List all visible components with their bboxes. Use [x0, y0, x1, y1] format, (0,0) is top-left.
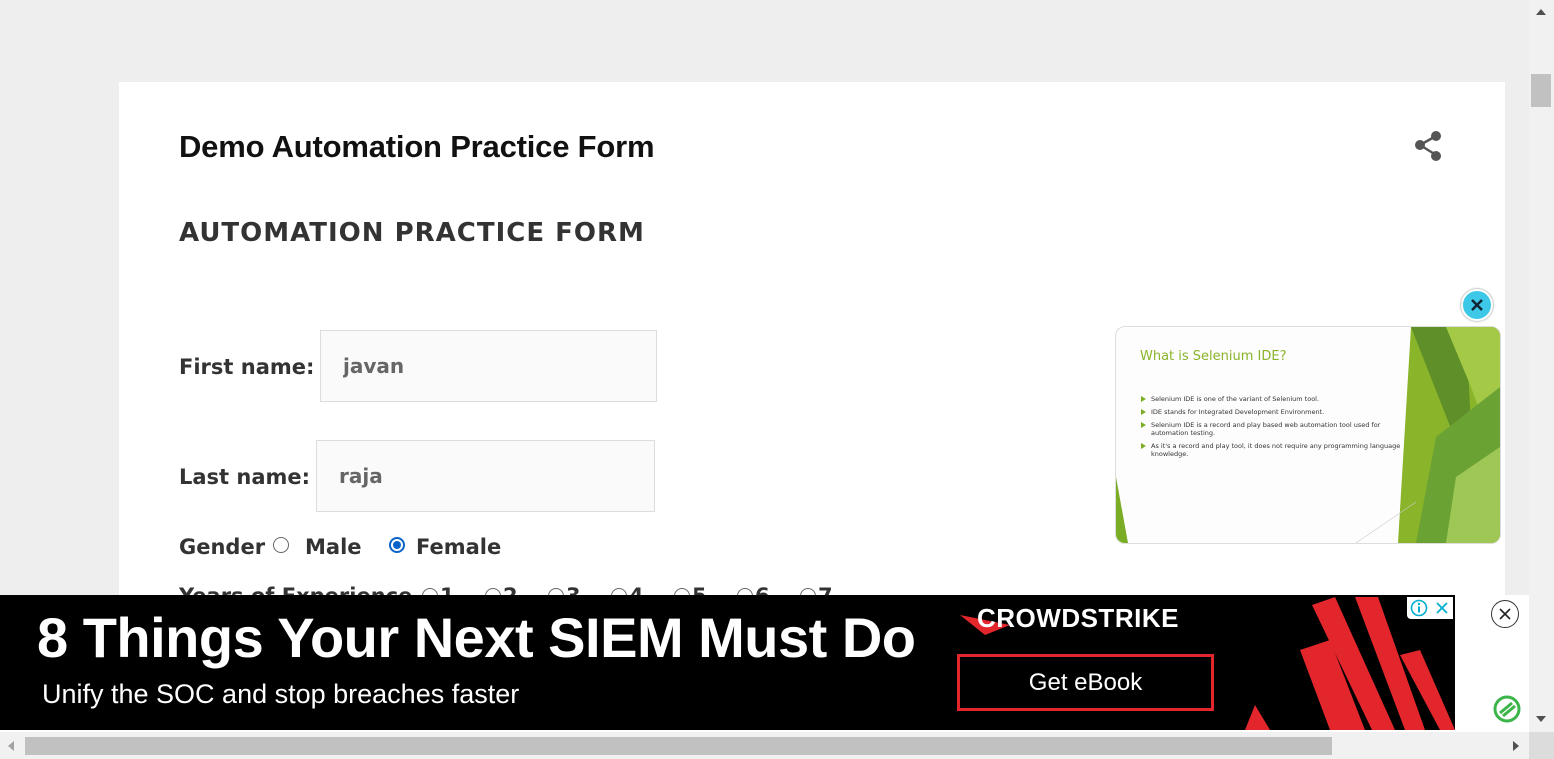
- adchoices[interactable]: [1407, 597, 1453, 619]
- share-icon[interactable]: [1412, 129, 1444, 163]
- gender-label: Gender: [179, 535, 266, 559]
- video-player[interactable]: What is Selenium IDE? Selenium IDE is on…: [1115, 326, 1501, 544]
- video-close-button[interactable]: [1461, 289, 1493, 321]
- ad-subline: Unify the SOC and stop breaches faster: [42, 679, 520, 709]
- slide-bullet: Selenium IDE is one of the variant of Se…: [1140, 395, 1405, 403]
- slide-title: What is Selenium IDE?: [1140, 349, 1287, 364]
- first-name-input[interactable]: [320, 330, 657, 402]
- gender-female-radio[interactable]: [389, 537, 405, 553]
- ad-network-logo-icon[interactable]: [1492, 694, 1522, 724]
- slide-bullets: Selenium IDE is one of the variant of Se…: [1140, 395, 1405, 463]
- vertical-scroll-thumb[interactable]: [1531, 74, 1551, 107]
- ad-headline: 8 Things Your Next SIEM Must Do: [37, 606, 916, 669]
- anchor-ad: 8 Things Your Next SIEM Must Do Unify th…: [0, 595, 1529, 732]
- scroll-left-arrow-icon[interactable]: [8, 741, 14, 751]
- gender-male-label: Male: [305, 535, 362, 559]
- ad-cta-button[interactable]: Get eBook: [957, 654, 1214, 711]
- slide-bullet: Selenium IDE is a record and play based …: [1140, 421, 1405, 437]
- post-title: Demo Automation Practice Form: [179, 129, 655, 164]
- scroll-down-arrow-icon[interactable]: [1536, 716, 1546, 722]
- slide-bullet: As it's a record and play tool, it does …: [1140, 442, 1405, 458]
- ad-close-button[interactable]: [1491, 600, 1519, 628]
- first-name-label: First name:: [179, 355, 315, 379]
- form-heading: AUTOMATION PRACTICE FORM: [179, 218, 645, 248]
- horizontal-scrollbar[interactable]: [0, 732, 1529, 759]
- slide-bullet: IDE stands for Integrated Development En…: [1140, 408, 1405, 416]
- last-name-input[interactable]: [316, 440, 655, 512]
- horizontal-scroll-thumb[interactable]: [25, 737, 1332, 755]
- gender-male-radio[interactable]: [273, 537, 289, 553]
- vertical-scrollbar[interactable]: [1529, 0, 1554, 732]
- close-icon: [1471, 299, 1483, 311]
- last-name-label: Last name:: [179, 465, 311, 489]
- close-icon: [1499, 608, 1511, 620]
- scrollbar-corner: [1529, 732, 1554, 759]
- ad-brand: CROWDSTRIKE: [977, 603, 1179, 633]
- scroll-up-arrow-icon[interactable]: [1536, 9, 1546, 15]
- info-icon[interactable]: [1410, 599, 1428, 617]
- scroll-right-arrow-icon[interactable]: [1513, 741, 1519, 751]
- gender-female-label: Female: [416, 535, 502, 559]
- ad-banner[interactable]: 8 Things Your Next SIEM Must Do Unify th…: [0, 595, 1455, 730]
- ad-close-x-icon[interactable]: [1434, 600, 1450, 616]
